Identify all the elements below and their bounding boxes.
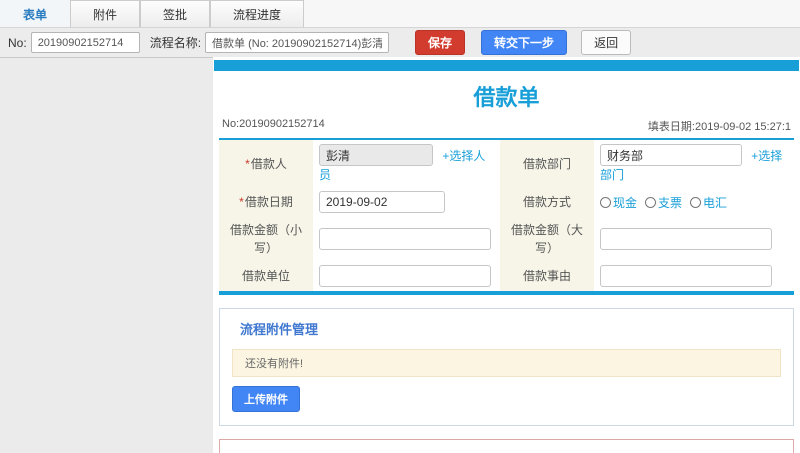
back-button[interactable]: 返回 bbox=[581, 30, 632, 55]
amount-upper-input[interactable] bbox=[599, 228, 772, 250]
approval-section: 流程签批意见 B I abc bbox=[219, 439, 794, 453]
amount-lower-input[interactable] bbox=[319, 228, 491, 250]
amount-lower-label: 借款金额（小写） bbox=[219, 217, 313, 261]
loan-reason-label: 借款事由 bbox=[499, 261, 594, 293]
table-row: 借款金额（小写） 借款金额（大写） bbox=[219, 217, 794, 261]
borrower-label: *借款人 bbox=[219, 139, 313, 187]
panel-header-bar bbox=[214, 60, 799, 71]
table-row: *借款日期 借款方式 现金 支票 bbox=[219, 187, 794, 217]
cheque-radio[interactable] bbox=[644, 196, 656, 208]
tab-bar: 表单 附件 签批 流程进度 bbox=[0, 0, 800, 28]
department-input[interactable] bbox=[599, 144, 742, 166]
loan-reason-input[interactable] bbox=[599, 265, 772, 287]
action-toolbar: No: 流程名称: 保存 转交下一步 返回 bbox=[0, 28, 800, 58]
upload-attachment-button[interactable]: 上传附件 bbox=[232, 386, 300, 412]
loan-method-label: 借款方式 bbox=[499, 187, 594, 217]
required-mark: * bbox=[245, 156, 250, 171]
tab-form[interactable]: 表单 bbox=[0, 0, 71, 27]
process-name-input[interactable] bbox=[205, 32, 390, 53]
loan-method-field-cell: 现金 支票 电汇 bbox=[594, 187, 794, 217]
process-name-label: 流程名称: bbox=[149, 36, 202, 50]
radio-cheque[interactable]: 支票 bbox=[644, 194, 682, 211]
loan-method-radio-group: 现金 支票 电汇 bbox=[599, 194, 788, 211]
table-row: *借款人 +选择人员 借款部门 +选择部门 bbox=[219, 139, 794, 187]
borrower-field-cell: +选择人员 bbox=[313, 139, 500, 187]
table-row: 借款单位 借款事由 bbox=[219, 261, 794, 293]
loan-unit-label: 借款单位 bbox=[219, 261, 313, 293]
required-mark: * bbox=[239, 195, 244, 209]
loan-date-label: *借款日期 bbox=[219, 187, 313, 217]
tab-approval[interactable]: 签批 bbox=[140, 0, 211, 27]
cash-radio[interactable] bbox=[599, 196, 611, 208]
department-field-cell: +选择部门 bbox=[594, 139, 794, 187]
tab-process-progress[interactable]: 流程进度 bbox=[210, 0, 305, 27]
amount-upper-label: 借款金额（大写） bbox=[499, 217, 594, 261]
borrower-input[interactable] bbox=[319, 144, 433, 166]
tab-attachment[interactable]: 附件 bbox=[70, 0, 141, 27]
page-title: 借款单 bbox=[473, 85, 540, 110]
no-input[interactable] bbox=[30, 32, 140, 53]
department-label: 借款部门 bbox=[499, 139, 594, 187]
wire-radio[interactable] bbox=[689, 196, 701, 208]
attachment-section: 流程附件管理 还没有附件! 上传附件 bbox=[219, 308, 794, 426]
form-date-text: 填表日期:2019-09-02 15:27:1 bbox=[647, 121, 791, 133]
amount-lower-field-cell bbox=[313, 217, 500, 261]
no-attachment-message: 还没有附件! bbox=[232, 349, 781, 377]
save-button[interactable]: 保存 bbox=[415, 30, 466, 55]
no-label: No: bbox=[8, 35, 27, 50]
loan-date-field-cell bbox=[313, 187, 500, 217]
radio-wire[interactable]: 电汇 bbox=[689, 194, 727, 211]
form-meta-row: No:20190902152714 填表日期:2019-09-02 15:27:… bbox=[213, 112, 800, 138]
attachment-section-heading: 流程附件管理 bbox=[240, 322, 319, 337]
radio-cash[interactable]: 现金 bbox=[599, 194, 637, 211]
amount-upper-field-cell bbox=[594, 217, 794, 261]
form-panel: 借款单 No:20190902152714 填表日期:2019-09-02 15… bbox=[213, 57, 800, 453]
app-window: 表单 附件 签批 流程进度 No: 流程名称: 保存 转交下一步 返回 借款单 … bbox=[0, 0, 800, 453]
forward-next-step-button[interactable]: 转交下一步 bbox=[481, 30, 568, 55]
loan-unit-field-cell bbox=[313, 261, 500, 293]
loan-date-input[interactable] bbox=[319, 191, 445, 213]
loan-form-table: *借款人 +选择人员 借款部门 +选择部门 *借款日期 bbox=[219, 138, 794, 295]
loan-unit-input[interactable] bbox=[319, 265, 491, 287]
form-no-text: No:20190902152714 bbox=[222, 118, 325, 130]
loan-reason-field-cell bbox=[594, 261, 794, 293]
